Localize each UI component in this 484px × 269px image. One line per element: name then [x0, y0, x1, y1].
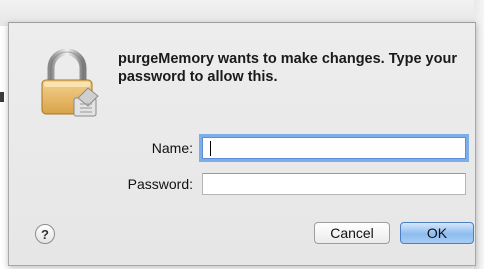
- name-field[interactable]: [202, 137, 466, 159]
- password-field[interactable]: [202, 173, 466, 195]
- password-label: Password:: [127, 176, 193, 192]
- background-edge-mark: [0, 92, 4, 102]
- lock-icon: [38, 48, 104, 120]
- ok-button[interactable]: OK: [400, 222, 474, 244]
- text-caret: [210, 141, 211, 156]
- name-label: Name:: [151, 140, 193, 156]
- dialog-message: purgeMemory wants to make changes. Type …: [118, 51, 457, 85]
- cancel-button[interactable]: Cancel: [314, 222, 390, 244]
- help-button[interactable]: ?: [35, 224, 55, 244]
